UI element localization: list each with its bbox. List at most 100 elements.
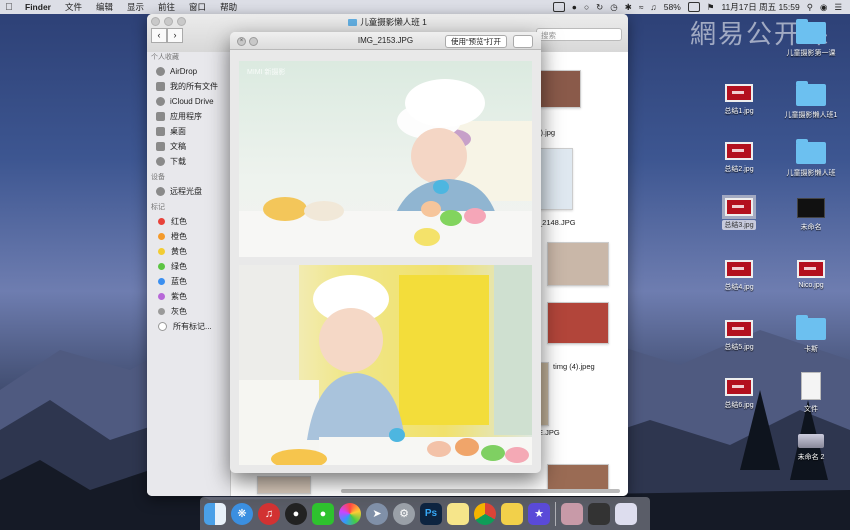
download-icon <box>156 157 165 166</box>
sidebar-item-remote-disc[interactable]: 远程光盘 <box>147 184 230 199</box>
document-icon <box>801 372 821 400</box>
sidebar-all-tags[interactable]: 所有标记... <box>147 319 230 334</box>
menu-help[interactable]: 帮助 <box>213 1 244 13</box>
desktop-icon-folder[interactable]: 儿童摄影懒人班 <box>776 139 846 178</box>
sidebar-tag-green[interactable]: 绿色 <box>147 259 230 274</box>
menu-bar:  Finder 文件 编辑 显示 前往 窗口 帮助 ● ○ ↻ ◷ ✱ ≈ ♫… <box>0 0 850 14</box>
image-thumbnail-icon <box>797 260 825 278</box>
tag-color-dot <box>158 308 165 315</box>
desktop-icon-image[interactable]: Nico.jpg <box>776 260 846 289</box>
file-thumbnail[interactable] <box>547 242 609 286</box>
tag-color-dot <box>158 218 165 225</box>
safari-icon[interactable]: ❋ <box>231 502 253 525</box>
back-button[interactable]: ‹ <box>151 28 167 43</box>
siri-icon[interactable]: ◉ <box>820 2 827 13</box>
chrome-icon[interactable] <box>474 502 496 525</box>
sidebar-item-airdrop[interactable]: AirDrop <box>147 64 230 79</box>
desktop-icon-label: 儿童摄影第一课 <box>786 50 836 57</box>
finder-sidebar: 个人收藏 AirDrop 我的所有文件 iCloud Drive 应用程序 桌面… <box>147 52 231 496</box>
photos-icon[interactable] <box>339 502 361 525</box>
trash-icon[interactable] <box>615 502 637 525</box>
menu-go[interactable]: 前往 <box>151 1 182 13</box>
sidebar-tag-purple[interactable]: 紫色 <box>147 289 230 304</box>
photo-icon[interactable] <box>561 502 583 525</box>
notification-center-icon[interactable]: ☰ <box>834 2 842 13</box>
share-icon[interactable] <box>513 35 533 48</box>
desktop-icon-label: 卡斯 <box>804 346 818 353</box>
sidebar-item-downloads[interactable]: 下载 <box>147 154 230 169</box>
sidebar-item-label: AirDrop <box>170 67 198 76</box>
horizontal-scrollbar[interactable] <box>341 489 620 493</box>
desktop-icon-image-selected[interactable]: 总结3.jpg <box>704 195 774 230</box>
sidebar-tag-red[interactable]: 红色 <box>147 214 230 229</box>
screen-record-icon[interactable] <box>552 2 565 12</box>
desktop-icon-document[interactable]: 文件 <box>776 372 846 414</box>
system-preferences-icon[interactable]: ⚙ <box>393 502 415 525</box>
display-icon[interactable] <box>588 502 610 525</box>
file-thumbnail[interactable] <box>547 464 609 490</box>
qq-icon[interactable]: ● <box>285 502 307 525</box>
photoshop-icon[interactable]: Ps <box>420 502 442 525</box>
bluetooth-icon[interactable]: ✱ <box>625 2 632 13</box>
finder-icon[interactable] <box>204 502 226 525</box>
desktop-icon-folder[interactable]: 儿童摄影第一课 <box>776 19 846 58</box>
sidebar-tag-orange[interactable]: 橙色 <box>147 229 230 244</box>
file-thumbnail[interactable] <box>547 302 609 344</box>
sidebar-tag-yellow[interactable]: 黄色 <box>147 244 230 259</box>
launchpad-icon[interactable]: ➤ <box>366 502 388 525</box>
menu-app-finder[interactable]: Finder <box>18 2 58 12</box>
desktop-icon-drive[interactable]: 未命名 2 <box>776 434 846 462</box>
battery-percent[interactable]: 58% <box>664 2 681 12</box>
desktop-icon-image[interactable]: 总结6.jpg <box>704 378 774 410</box>
desktop-icon-label: 文件 <box>804 406 818 413</box>
clock[interactable]: 11月17日 周五 15:59 <box>721 1 799 13</box>
sidebar-item-documents[interactable]: 文稿 <box>147 139 230 154</box>
sidebar-item-all-files[interactable]: 我的所有文件 <box>147 79 230 94</box>
file-name[interactable]: timg (4).jpeg <box>553 362 595 371</box>
notes-icon[interactable] <box>447 502 469 525</box>
file-thumbnail[interactable] <box>539 70 581 108</box>
desktop-icon-untitled[interactable]: 未命名 <box>776 198 846 232</box>
sidebar-item-icloud[interactable]: iCloud Drive <box>147 94 230 109</box>
sidebar-item-applications[interactable]: 应用程序 <box>147 109 230 124</box>
menu-window[interactable]: 窗口 <box>182 1 213 13</box>
sync-icon[interactable]: ↻ <box>596 2 603 13</box>
sidebar-tag-blue[interactable]: 蓝色 <box>147 274 230 289</box>
search-input[interactable]: 搜索 <box>536 28 622 41</box>
desktop-icon-image[interactable]: 总结1.jpg <box>704 84 774 116</box>
flag-icon[interactable]: ⚑ <box>707 2 715 13</box>
file-thumbnail[interactable] <box>257 476 311 494</box>
sidebar-tag-gray[interactable]: 灰色 <box>147 304 230 319</box>
imovie-icon[interactable]: ★ <box>528 502 550 525</box>
battery-icon[interactable] <box>687 2 700 12</box>
desktop-icon-image[interactable]: 总结4.jpg <box>704 260 774 292</box>
stickies-icon[interactable] <box>501 502 523 525</box>
wechat-status-icon[interactable]: ● <box>572 2 577 12</box>
image-thumbnail-icon <box>725 378 753 396</box>
menu-view[interactable]: 显示 <box>120 1 151 13</box>
qq-status-icon[interactable]: ○ <box>584 2 589 12</box>
wechat-icon[interactable]: ● <box>312 502 334 525</box>
desktop-icon-folder[interactable]: 卡斯 <box>776 315 846 354</box>
file-name[interactable]: E.JPG <box>538 428 560 437</box>
status-area: ● ○ ↻ ◷ ✱ ≈ ♫ 58% ⚑ 11月17日 周五 15:59 ⚲ ◉ … <box>552 1 850 13</box>
open-with-preview-button[interactable]: 使用“预览”打开 <box>445 35 507 48</box>
file-thumbnail[interactable] <box>539 148 573 210</box>
netease-music-icon[interactable]: ♫ <box>258 502 280 525</box>
wifi-icon[interactable]: ≈ <box>639 2 644 12</box>
sidebar-item-label: 橙色 <box>171 232 187 241</box>
file-name[interactable]: _2148.JPG <box>538 218 576 227</box>
desktop-icon-image[interactable]: 总结2.jpg <box>704 142 774 174</box>
volume-icon[interactable]: ♫ <box>650 2 656 12</box>
desktop-icon-folder[interactable]: 儿童摄影懒人班1 <box>776 81 846 120</box>
desktop-icon-image[interactable]: 总结5.jpg <box>704 320 774 352</box>
apple-icon[interactable]:  <box>0 2 18 13</box>
image-thumbnail-icon <box>725 260 753 278</box>
forward-button[interactable]: › <box>167 28 183 43</box>
desktop-icon-label: 总结5.jpg <box>724 344 754 351</box>
menu-edit[interactable]: 编辑 <box>89 1 120 13</box>
sidebar-item-desktop[interactable]: 桌面 <box>147 124 230 139</box>
spotlight-icon[interactable]: ⚲ <box>807 2 813 13</box>
clock-status-icon[interactable]: ◷ <box>610 2 617 13</box>
menu-file[interactable]: 文件 <box>58 1 89 13</box>
